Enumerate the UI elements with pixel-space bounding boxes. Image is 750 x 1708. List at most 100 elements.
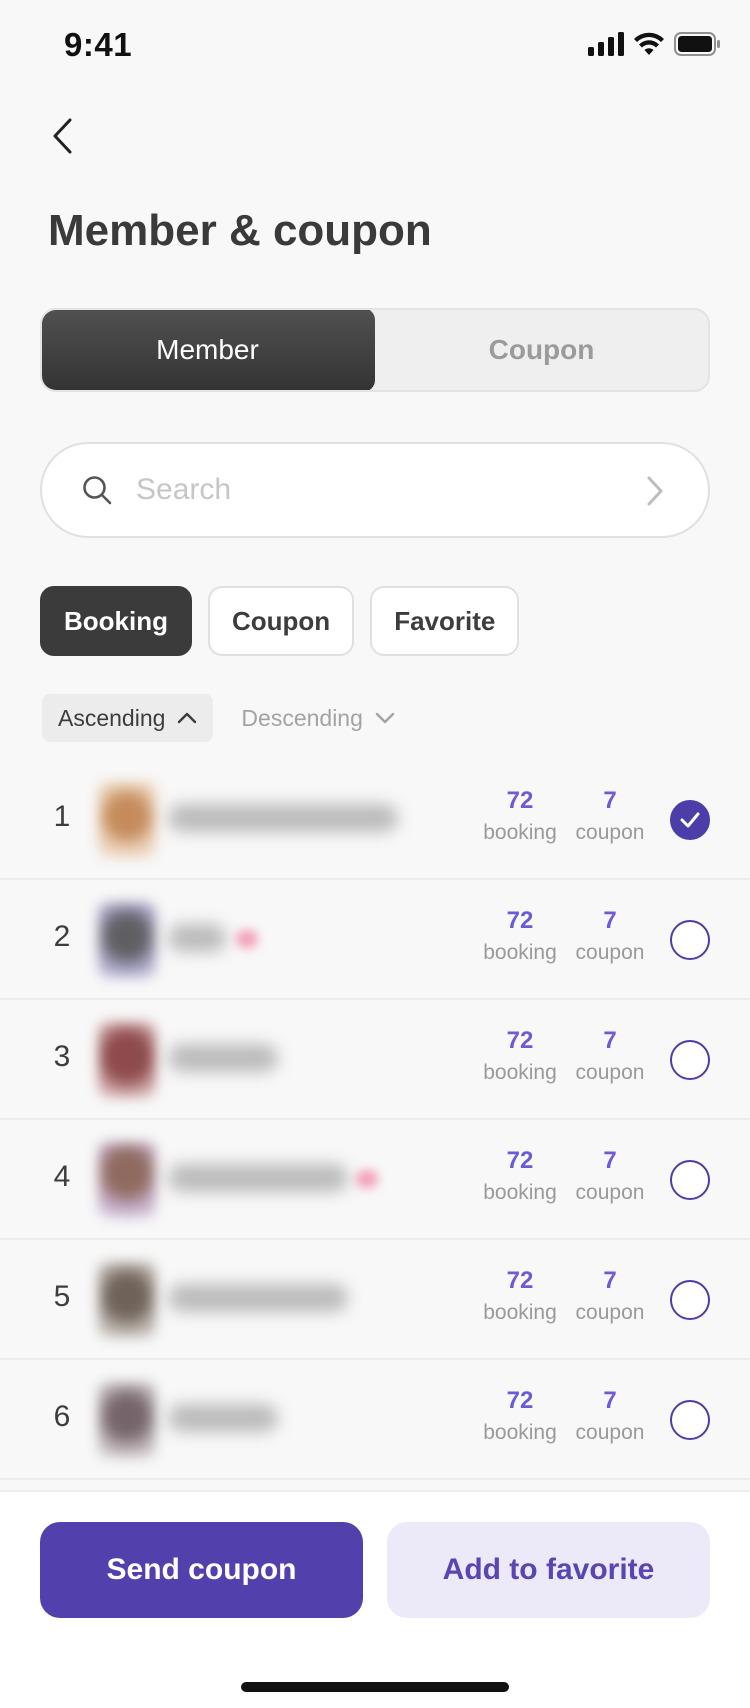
sort-descending-button[interactable]: Descending: [241, 694, 410, 742]
sort-ascending-button[interactable]: Ascending: [42, 694, 214, 742]
member-name-blurred: [168, 1284, 348, 1312]
member-row[interactable]: 1 72 booking 7 coupon: [0, 760, 750, 880]
booking-count: 72: [506, 907, 534, 934]
heart-emoji-icon: [356, 1170, 378, 1188]
member-name-blurred: [168, 924, 226, 952]
select-radio-checked[interactable]: [670, 800, 710, 840]
search-bar[interactable]: [40, 442, 710, 538]
booking-stat: 72 booking: [480, 786, 560, 850]
status-icons: [588, 32, 720, 56]
coupon-stat: 7 coupon: [570, 1026, 650, 1090]
member-list: 1 72 booking 7 coupon 2 72 booking 7 cou…: [0, 760, 750, 1480]
member-name-blurred: [168, 1044, 278, 1072]
coupon-count: 7: [603, 1147, 617, 1174]
send-coupon-button[interactable]: Send coupon: [40, 1522, 363, 1618]
chevron-right-icon[interactable]: [644, 474, 666, 508]
add-to-favorite-button[interactable]: Add to favorite: [387, 1522, 710, 1618]
avatar: [98, 1022, 156, 1098]
member-row[interactable]: 6 72 booking 7 coupon: [0, 1360, 750, 1480]
booking-stat: 72 booking: [480, 1386, 560, 1450]
avatar: [98, 1142, 156, 1218]
tab-coupon[interactable]: Coupon: [375, 310, 708, 390]
booking-label: booking: [483, 1421, 557, 1444]
select-radio[interactable]: [670, 1040, 710, 1080]
heart-emoji-icon: [236, 930, 258, 948]
coupon-label: coupon: [575, 941, 645, 964]
select-radio[interactable]: [670, 1280, 710, 1320]
status-time: 9:41: [64, 26, 133, 63]
cellular-signal-icon: [588, 32, 624, 56]
filter-favorite-chip[interactable]: Favorite: [370, 586, 520, 656]
booking-stat: 72 booking: [480, 1026, 560, 1090]
coupon-label: coupon: [575, 1421, 645, 1444]
checkmark-icon: [680, 812, 700, 828]
member-row[interactable]: 5 72 booking 7 coupon: [0, 1240, 750, 1360]
coupon-stat: 7 coupon: [570, 1386, 650, 1450]
search-icon: [80, 473, 114, 507]
select-radio[interactable]: [670, 920, 710, 960]
tab-member[interactable]: Member: [42, 310, 375, 390]
filter-coupon-chip[interactable]: Coupon: [208, 586, 355, 656]
booking-count: 72: [506, 1267, 534, 1294]
coupon-count: 7: [603, 1027, 617, 1054]
back-button[interactable]: [40, 110, 84, 162]
member-coupon-segmented-control: Member Coupon: [40, 308, 710, 392]
coupon-stat: 7 coupon: [570, 1146, 650, 1210]
booking-label: booking: [483, 1181, 557, 1204]
member-name-blurred: [168, 1164, 348, 1192]
chevron-down-icon: [375, 712, 395, 724]
avatar: [98, 902, 156, 978]
coupon-count: 7: [603, 1387, 617, 1414]
select-radio[interactable]: [670, 1400, 710, 1440]
sort-descending-label: Descending: [241, 704, 363, 731]
wifi-icon: [634, 32, 664, 55]
member-rank: 6: [53, 1400, 71, 1433]
booking-count: 72: [506, 787, 534, 814]
member-name-blurred: [168, 1404, 278, 1432]
coupon-label: coupon: [575, 1301, 645, 1324]
page-title: Member & coupon: [48, 206, 432, 255]
coupon-label: coupon: [575, 821, 645, 844]
avatar: [98, 1382, 156, 1458]
coupon-count: 7: [603, 1267, 617, 1294]
booking-count: 72: [506, 1147, 534, 1174]
member-row[interactable]: 2 72 booking 7 coupon: [0, 880, 750, 1000]
member-rank: 1: [53, 800, 71, 833]
status-bar: 9:41: [0, 0, 750, 90]
battery-icon: [674, 32, 720, 56]
booking-stat: 72 booking: [480, 906, 560, 970]
booking-stat: 72 booking: [480, 1146, 560, 1210]
coupon-stat: 7 coupon: [570, 1266, 650, 1330]
member-name-blurred: [168, 804, 398, 832]
sort-ascending-label: Ascending: [58, 704, 166, 731]
member-rank: 3: [53, 1040, 71, 1073]
member-rank: 4: [53, 1160, 71, 1193]
coupon-stat: 7 coupon: [570, 786, 650, 850]
booking-count: 72: [506, 1027, 534, 1054]
booking-label: booking: [483, 821, 557, 844]
select-radio[interactable]: [670, 1160, 710, 1200]
filter-booking-chip[interactable]: Booking: [40, 586, 192, 656]
member-rank: 2: [53, 920, 71, 953]
member-row[interactable]: 4 72 booking 7 coupon: [0, 1120, 750, 1240]
search-input[interactable]: [134, 472, 618, 508]
coupon-label: coupon: [575, 1061, 645, 1084]
avatar: [98, 1262, 156, 1338]
bottom-action-bar: Send coupon Add to favorite: [0, 1490, 750, 1708]
member-row[interactable]: 3 72 booking 7 coupon: [0, 1000, 750, 1120]
coupon-count: 7: [603, 907, 617, 934]
filter-chips: Booking Coupon Favorite: [40, 586, 520, 656]
chevron-left-icon: [53, 118, 72, 154]
coupon-count: 7: [603, 787, 617, 814]
sort-options: Ascending Descending: [42, 694, 411, 742]
home-indicator: [241, 1682, 509, 1692]
member-rank: 5: [53, 1280, 71, 1313]
booking-label: booking: [483, 1061, 557, 1084]
booking-stat: 72 booking: [480, 1266, 560, 1330]
booking-label: booking: [483, 941, 557, 964]
avatar: [98, 782, 156, 858]
coupon-label: coupon: [575, 1181, 645, 1204]
booking-count: 72: [506, 1387, 534, 1414]
coupon-stat: 7 coupon: [570, 906, 650, 970]
booking-label: booking: [483, 1301, 557, 1324]
